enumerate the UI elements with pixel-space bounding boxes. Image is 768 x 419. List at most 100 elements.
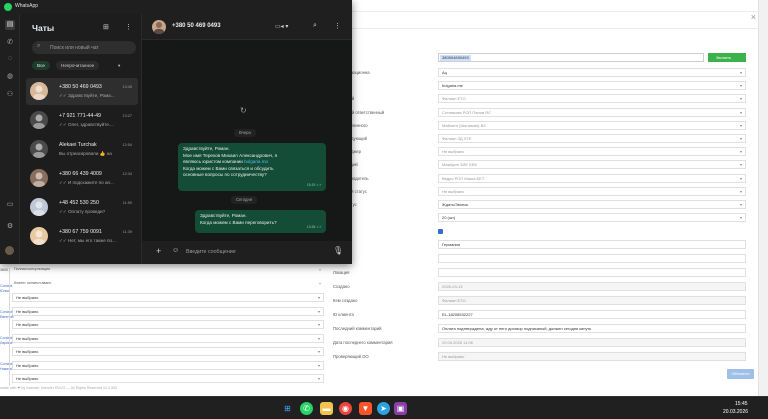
field-select[interactable]: Не выбрано ▾ xyxy=(12,320,324,329)
brave-app-icon[interactable]: ▼ xyxy=(359,402,372,415)
update-button[interactable]: Обновить xyxy=(727,369,754,379)
crm-topbar xyxy=(352,0,768,12)
window-title: WhatsApp xyxy=(15,3,39,9)
clock-time[interactable]: 15:45 xyxy=(735,401,748,407)
field-select[interactable]: Ведро РОП Маша БЕТ ▾ xyxy=(438,173,746,183)
media-icon[interactable]: ▭ xyxy=(5,200,15,210)
message-link[interactable]: bulgaria.mo xyxy=(244,159,268,164)
contact-link[interactable]: Contact Никита xyxy=(0,362,12,372)
communities-icon[interactable]: ⚇ xyxy=(5,90,15,100)
field-value[interactable]: Не выбрано xyxy=(438,352,746,361)
chat-item[interactable]: +7 921 771-44-49 13:27 ✓✓ Олег, здравствуй… xyxy=(26,107,138,134)
message-line: Когда можем с Вами переговорить? xyxy=(200,219,277,225)
menu-dots-icon[interactable]: ⋮ xyxy=(125,23,132,31)
refresh-icon[interactable]: ↻ xyxy=(240,106,247,115)
video-call-icon[interactable]: ▭◂ ▾ xyxy=(275,23,288,30)
field-select[interactable]: Ац ▾ xyxy=(438,68,746,77)
field-select[interactable]: Филиал ЗД ХТЕ ▾ xyxy=(438,134,746,143)
filter-more-chevron[interactable]: ▾ xyxy=(113,61,125,70)
chrome-app-icon[interactable]: ◉ xyxy=(339,402,352,415)
contact-name: +380 50 469 0493 xyxy=(172,23,221,29)
field-select[interactable]: 20 (шт) ▾ xyxy=(438,213,746,223)
clock-date[interactable]: 20.03.2026 xyxy=(723,409,748,415)
field-select[interactable]: Не выбрано ▾ xyxy=(12,306,324,316)
field-select[interactable]: Не выбрано ▾ xyxy=(12,333,324,343)
window-titlebar[interactable]: WhatsApp xyxy=(0,0,352,14)
phone-field[interactable]: 380504690493 xyxy=(438,53,704,62)
page-scrollbar[interactable] xyxy=(758,0,768,396)
field-select[interactable]: Сотникова РОП Панов ЯС ▾ xyxy=(438,107,746,117)
contact-link[interactable]: Contact Юлия xyxy=(0,284,12,294)
field-value[interactable]: EL-18208532227 xyxy=(438,310,746,319)
chat-item[interactable]: +380 67 759 0091 11:39 ✓✓ Нет, мы его такж… xyxy=(26,223,138,250)
field-value[interactable]: Филиал ЕТО xyxy=(438,296,746,305)
conversation-header[interactable]: +380 50 469 0493 ▭◂ ▾ ⌕ ⋮ xyxy=(142,14,352,40)
message-bubble[interactable]: Здравствуйте, Роман. Мое имя Терехов Мих… xyxy=(178,143,326,191)
search-icon: ⌕ xyxy=(37,43,41,49)
chat-item[interactable]: +380 66 439 4009 12:34 ✓✓ И подскажите по … xyxy=(26,165,138,192)
field-select[interactable]: Не выбрано ▾ xyxy=(12,360,324,370)
app-icon[interactable]: ▣ xyxy=(394,402,407,415)
field-select[interactable]: Не выбрано ▾ xyxy=(12,374,324,383)
field-select[interactable]: ▾ xyxy=(12,280,324,289)
telegram-app-icon[interactable]: ➤ xyxy=(377,402,390,415)
whatsapp-app-icon[interactable]: ✆ xyxy=(300,402,313,415)
chat-item[interactable]: +48 452 530 250 11:59 ✓✓ Оплату проведи? xyxy=(26,194,138,221)
status-icon[interactable]: ◌ xyxy=(5,54,15,64)
chat-name: +380 66 439 4009 xyxy=(59,171,102,177)
message-bubble[interactable]: Здравствуйте, Роман. Когда можем с Вами … xyxy=(195,210,326,233)
chat-time: 13:27 xyxy=(122,114,132,118)
call-button[interactable]: Звонить xyxy=(708,53,746,62)
menu-dots-icon[interactable]: ⋮ xyxy=(334,22,341,30)
settings-icon[interactable]: ⚙ xyxy=(5,222,15,232)
field-select[interactable]: Не выбрано ▾ xyxy=(12,347,324,356)
channels-icon[interactable]: ◍ xyxy=(5,72,15,82)
contact-link[interactable]: Contact Ларина xyxy=(0,336,12,346)
filter-unread[interactable]: Непрочитанное xyxy=(56,61,100,70)
field-value[interactable]: 2026-03-13 xyxy=(438,282,746,291)
new-chat-icon[interactable]: ⊞ xyxy=(103,23,109,31)
profile-avatar[interactable] xyxy=(5,246,14,255)
message-line: Мое имя Терехов Михаил Александрович, я xyxy=(183,152,278,158)
chat-item[interactable]: Alekaei Turchak 12:54 Вы отреагировали 👍 н… xyxy=(26,136,138,163)
search-icon[interactable]: ⌕ xyxy=(313,22,317,30)
chat-name: +380 50 469 0493 xyxy=(59,84,102,90)
explorer-app-icon[interactable]: ▬ xyxy=(320,402,333,415)
search-box[interactable]: ⌕ xyxy=(32,41,136,54)
checkbox[interactable] xyxy=(438,229,443,234)
calls-icon[interactable]: ✆ xyxy=(5,38,15,48)
chat-time: 13:45 xyxy=(122,85,132,89)
field-select[interactable]: Макфуоп ЗИЕ БЕБ ▾ xyxy=(438,160,746,170)
chat-item[interactable]: +380 50 469 0493 13:45 ✓✓ Здравствуйте, Ро… xyxy=(26,78,138,105)
field-value[interactable]: Оплата подтверждена, жду от него договор… xyxy=(438,324,746,333)
contact-link[interactable]: Contact Евгений xyxy=(0,310,14,320)
attach-plus-icon[interactable]: + xyxy=(156,246,161,256)
close-icon[interactable]: × xyxy=(751,12,756,22)
field-select[interactable]: Майлинг (Шалиман) ВЗ ▾ xyxy=(438,120,746,130)
field-select[interactable]: Не выбрано ▾ xyxy=(12,293,324,302)
compose-bar: + ☺ 🎙 xyxy=(142,241,352,264)
emoji-icon[interactable]: ☺ xyxy=(172,247,179,254)
divider xyxy=(352,28,758,29)
field-value[interactable]: Германия xyxy=(438,240,746,249)
field-value[interactable]: 20.03.2026 11:06 xyxy=(438,338,746,347)
field-select[interactable]: Не выбрано ▾ xyxy=(438,147,746,157)
field-value[interactable] xyxy=(438,254,746,263)
field-select[interactable]: Филиал ЕТО ▾ xyxy=(438,94,746,104)
search-input[interactable] xyxy=(50,44,130,51)
field-select[interactable]: bulgaria.me ▾ xyxy=(438,81,746,91)
microphone-icon[interactable]: 🎙 xyxy=(333,246,343,255)
field-label: Кем создано xyxy=(333,298,358,303)
field-select[interactable]: Ждать/Звонок ▾ xyxy=(438,200,746,209)
field-select[interactable]: Не выбрано ▾ xyxy=(438,186,746,196)
windows-start-icon[interactable]: ⊞ xyxy=(281,402,294,415)
message-input[interactable] xyxy=(186,247,326,256)
filter-all[interactable]: Все xyxy=(32,61,50,70)
field-select[interactable]: ▾ xyxy=(12,266,324,275)
chevron-down-icon: ▾ xyxy=(739,70,742,75)
chats-icon[interactable]: ▤ xyxy=(5,20,15,30)
contact-avatar[interactable] xyxy=(152,20,166,34)
field-value[interactable] xyxy=(438,268,746,277)
nav-rail: ▤ ✆ ◌ ◍ ⚇ ▭ ⚙ xyxy=(0,14,20,264)
side-divider xyxy=(9,268,10,386)
